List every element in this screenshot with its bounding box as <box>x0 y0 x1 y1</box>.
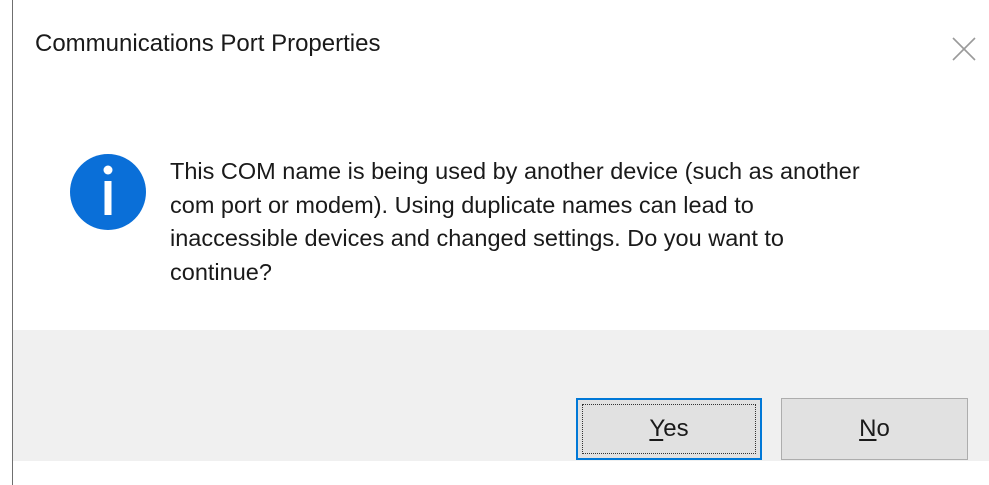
info-icon <box>68 152 148 232</box>
dialog-content: This COM name is being used by another d… <box>13 92 989 330</box>
no-button[interactable]: No <box>781 398 968 460</box>
yes-button-label: Yes <box>649 415 688 443</box>
no-button-label: No <box>859 415 890 443</box>
dialog-window: Communications Port Properties This COM … <box>12 0 989 485</box>
yes-label-rest: es <box>663 415 689 442</box>
yes-button[interactable]: Yes <box>576 398 762 460</box>
no-accelerator: N <box>859 415 877 442</box>
yes-accelerator: Y <box>649 415 664 442</box>
close-icon <box>952 37 976 61</box>
no-label-rest: o <box>876 415 890 442</box>
button-bar: Yes No <box>13 330 989 461</box>
window-title: Communications Port Properties <box>35 30 381 57</box>
title-bar: Communications Port Properties <box>13 0 989 92</box>
dialog-message: This COM name is being used by another d… <box>170 158 860 285</box>
close-button[interactable] <box>951 36 977 62</box>
